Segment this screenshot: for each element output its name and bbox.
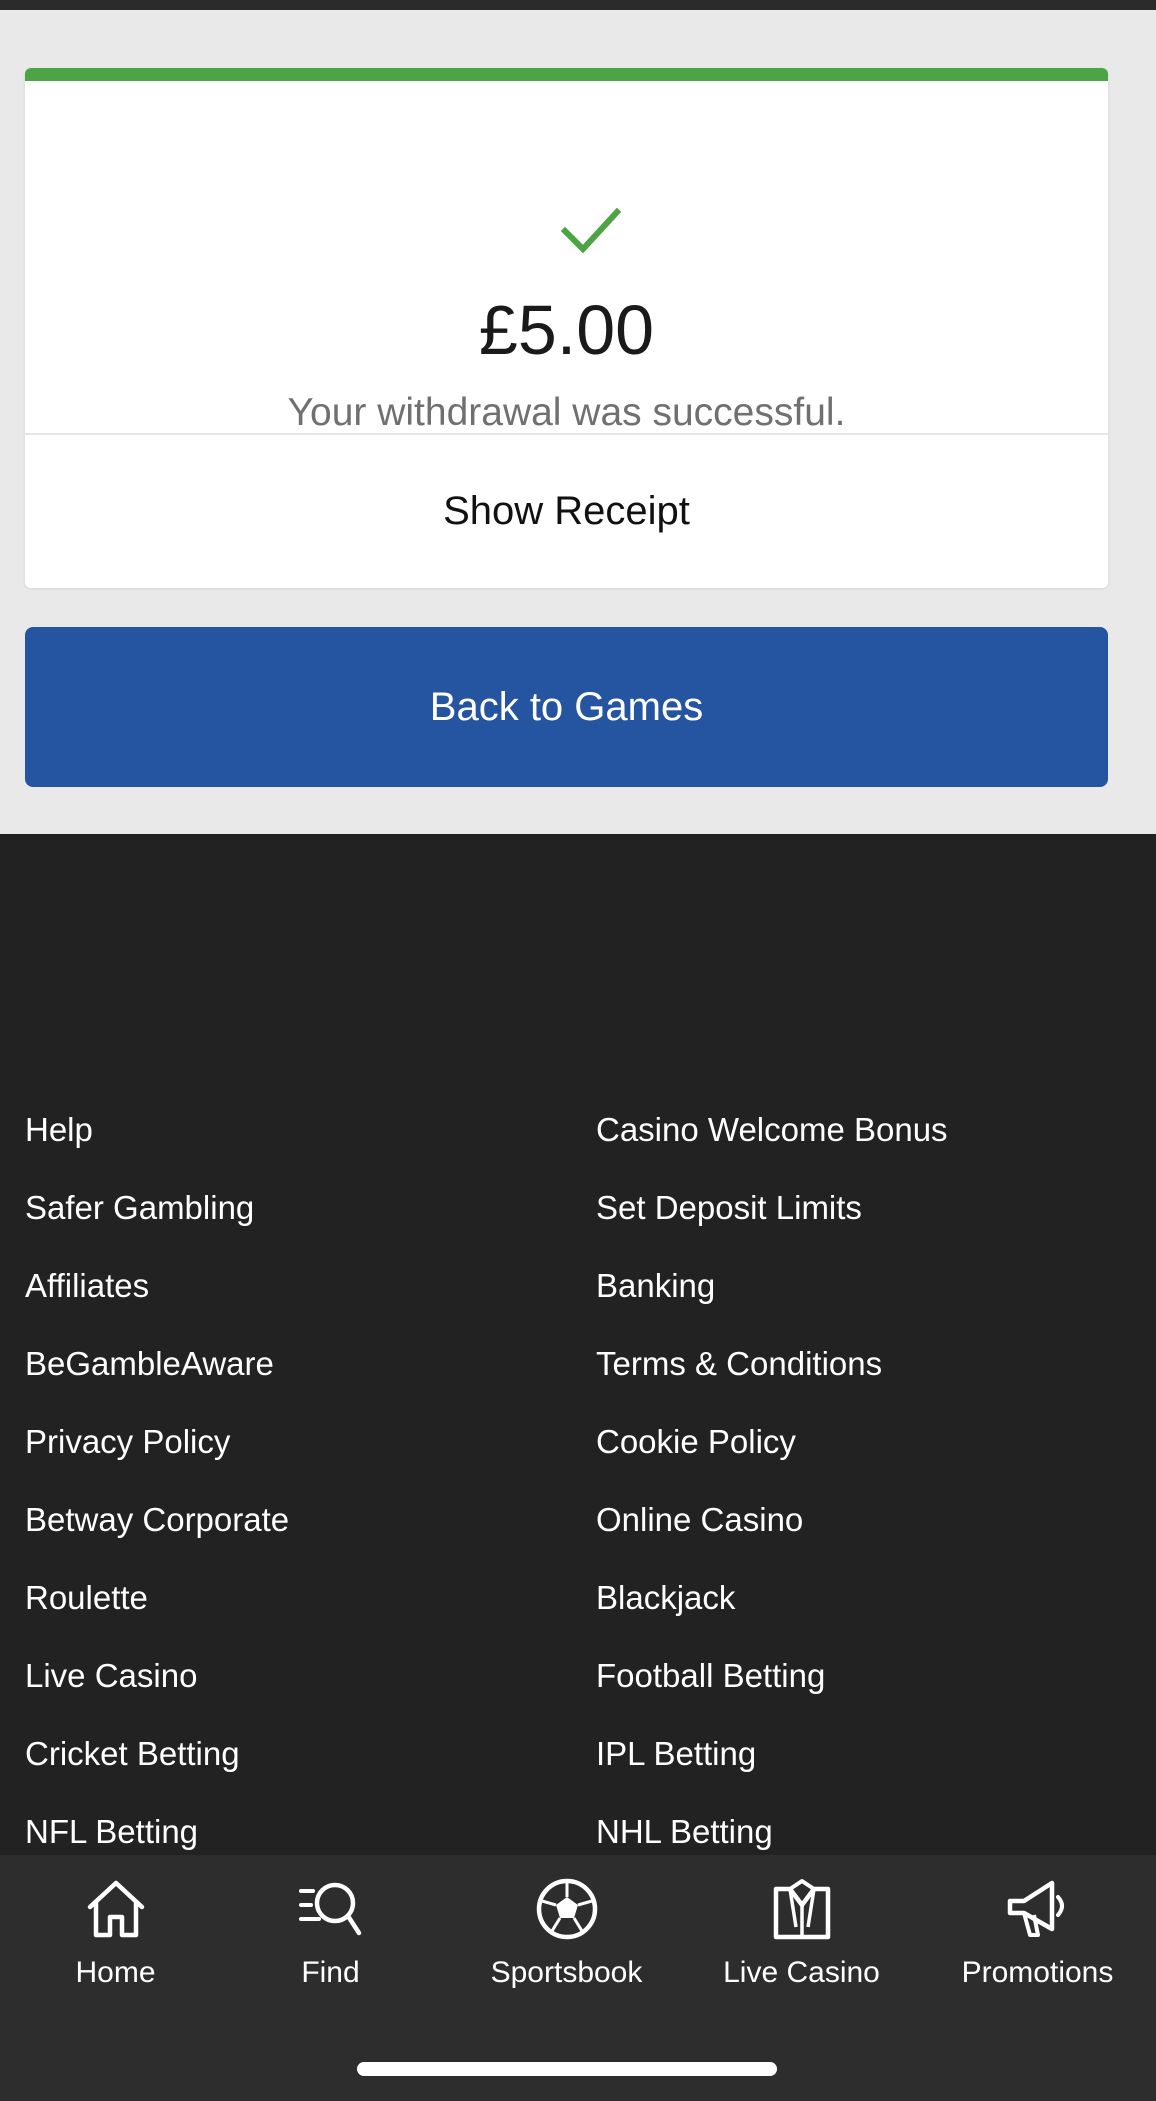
bottom-navigation: Home Find Sportsbook Live Casino Promoti…: [0, 1855, 1156, 2101]
back-to-games-button[interactable]: Back to Games: [25, 627, 1108, 787]
nav-label-live-casino: Live Casino: [723, 1956, 880, 1989]
footer-link-safer-gambling[interactable]: Safer Gambling: [25, 1188, 254, 1228]
megaphone-icon: [1007, 1880, 1064, 1937]
content-area: £5.00 Your withdrawal was successful. Sh…: [0, 10, 1156, 834]
footer-link-cookie-policy[interactable]: Cookie Policy: [596, 1422, 796, 1462]
footer-link-live-casino[interactable]: Live Casino: [25, 1656, 197, 1696]
dealer-icon: [773, 1879, 830, 1940]
footer-link-roulette[interactable]: Roulette: [25, 1578, 148, 1618]
footer-link-blackjack[interactable]: Blackjack: [596, 1578, 735, 1618]
footer-link-set-deposit-limits[interactable]: Set Deposit Limits: [596, 1188, 862, 1228]
withdrawal-amount: £5.00: [478, 291, 655, 369]
home-icon: [87, 1880, 144, 1938]
footer-link-terms-conditions[interactable]: Terms & Conditions: [596, 1344, 882, 1384]
search-icon: [298, 1882, 361, 1936]
nav-item-sportsbook[interactable]: Sportsbook: [451, 1875, 682, 2015]
checkmark-icon: [561, 207, 621, 254]
footer-link-begambleaware[interactable]: BeGambleAware: [25, 1344, 274, 1384]
nav-label-home: Home: [75, 1956, 156, 1989]
footer-link-nhl-betting[interactable]: NHL Betting: [596, 1812, 773, 1852]
footer-link-privacy-policy[interactable]: Privacy Policy: [25, 1422, 230, 1462]
footer-link-help[interactable]: Help: [25, 1110, 93, 1150]
home-indicator[interactable]: [357, 2062, 777, 2076]
withdrawal-result-card: £5.00 Your withdrawal was successful. Sh…: [25, 68, 1108, 588]
show-receipt-button[interactable]: Show Receipt: [25, 435, 1108, 588]
nav-label-promotions: Promotions: [961, 1956, 1114, 1989]
footer-link-betway-corporate[interactable]: Betway Corporate: [25, 1500, 289, 1540]
nav-label-find: Find: [301, 1956, 360, 1989]
nav-item-live-casino[interactable]: Live Casino: [686, 1875, 917, 2015]
nav-item-find[interactable]: Find: [215, 1875, 446, 2015]
footer-link-affiliates[interactable]: Affiliates: [25, 1266, 149, 1306]
footer-link-online-casino[interactable]: Online Casino: [596, 1500, 803, 1540]
nav-item-home[interactable]: Home: [0, 1875, 231, 2015]
nav-item-promotions[interactable]: Promotions: [922, 1875, 1153, 2015]
success-stripe: [25, 68, 1108, 81]
success-message: Your withdrawal was successful.: [287, 391, 846, 434]
football-icon: [536, 1878, 597, 1940]
footer-link-ipl-betting[interactable]: IPL Betting: [596, 1734, 756, 1774]
top-status-bar: [0, 0, 1156, 10]
footer-link-nfl-betting[interactable]: NFL Betting: [25, 1812, 198, 1852]
footer-link-casino-welcome-bonus[interactable]: Casino Welcome Bonus: [596, 1110, 948, 1150]
footer-link-cricket-betting[interactable]: Cricket Betting: [25, 1734, 240, 1774]
footer-link-banking[interactable]: Banking: [596, 1266, 715, 1306]
footer-link-football-betting[interactable]: Football Betting: [596, 1656, 825, 1696]
nav-label-sportsbook: Sportsbook: [490, 1956, 643, 1989]
